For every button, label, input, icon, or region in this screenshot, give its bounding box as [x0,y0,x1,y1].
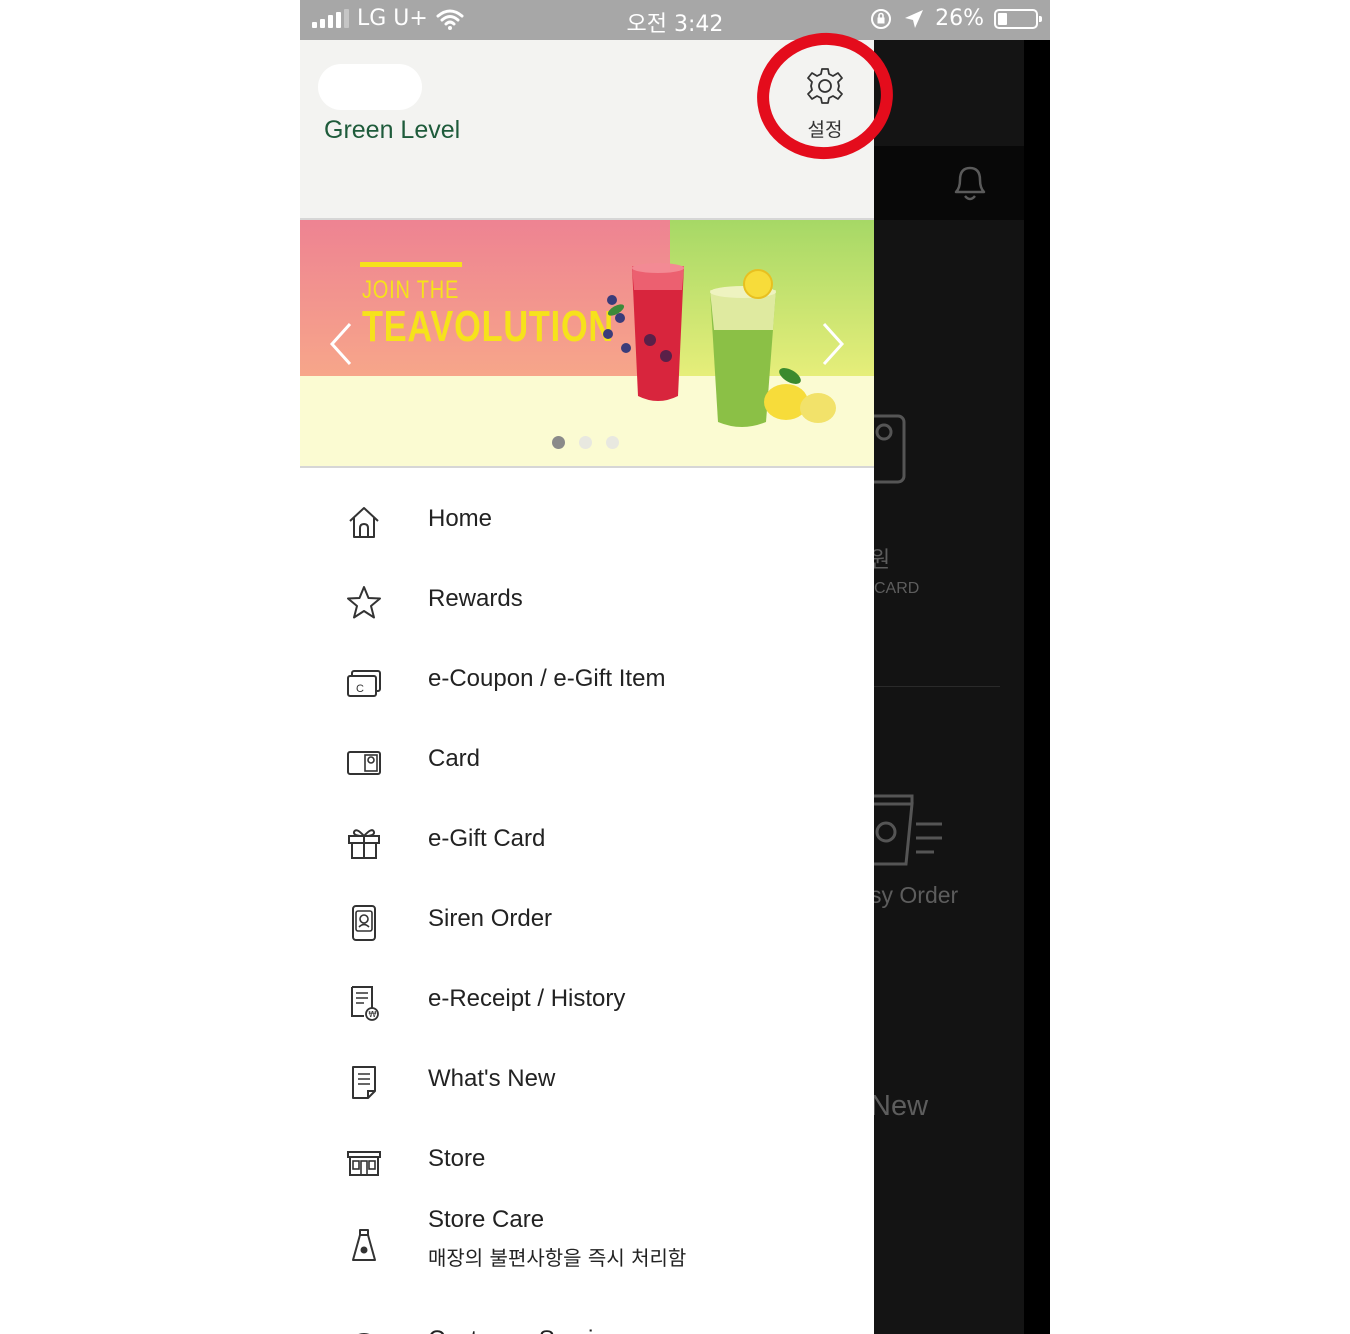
menu-label-ecoupon: e-Coupon / e-Gift Item [428,665,666,692]
next-slide-arrow-icon[interactable] [818,320,848,368]
banner-line1: JOIN THE [362,276,460,304]
menu-item-siren-order[interactable]: Siren Order [300,880,874,960]
slide-dot[interactable] [606,436,619,449]
location-icon [905,9,924,28]
prev-slide-arrow-icon[interactable] [326,320,356,368]
card-icon [347,751,381,775]
store-care-icon [352,1229,376,1261]
background-app: 원 CARD sy Order New [864,40,1050,1334]
menu-item-whats-new[interactable]: What's New [300,1040,874,1120]
gift-icon [348,829,380,859]
siren-order-icon [352,905,376,941]
status-bar: LG U+ 오전 3:42 26% [300,0,1050,40]
menu-item-home[interactable]: Home [300,480,874,560]
svg-text:C: C [356,683,364,695]
battery-icon [994,8,1042,29]
bg-card-text: CARD [874,580,920,597]
menu-label-egift-card: e-Gift Card [428,825,546,852]
status-right: 26% [869,6,1042,31]
side-drawer: Green Level 설정 JOIN THE TEAVOLUTION Home… [300,24,902,1334]
store-icon [347,1151,381,1176]
user-name-redacted [318,64,422,110]
star-icon [347,586,381,619]
menu-item-ereceipt[interactable]: ₩ e-Receipt / History [300,960,874,1040]
menu-label-ereceipt: e-Receipt / History [428,985,626,1012]
menu-item-store-care[interactable]: Store Care 매장의 불편사항을 즉시 처리함 [300,1200,874,1290]
menu-label-store-care: Store Care [428,1206,545,1233]
slide-indicator[interactable] [552,436,619,449]
bg-new-text: New [870,1090,929,1122]
news-icon [352,1066,376,1099]
battery-percent: 26% [935,6,984,31]
menu-item-store[interactable]: Store [300,1120,874,1200]
receipt-icon: ₩ [351,986,379,1021]
menu-label-customer-service: Customer Service [428,1326,619,1334]
menu-item-card[interactable]: Card [300,720,874,800]
order-icon [872,794,942,866]
phone-screen: LG U+ 오전 3:42 26% 원 CARD sy Order New Gr… [300,0,1050,1334]
bell-icon [954,166,986,201]
coupon-icon: C [347,670,381,697]
menu-item-customer-service[interactable]: Customer Service [300,1300,874,1334]
drinks-illustration [603,263,836,427]
bg-order-text: sy Order [870,882,959,908]
menu-label-rewards: Rewards [428,585,523,612]
rotation-lock-icon [871,8,892,29]
promo-banner[interactable]: JOIN THE TEAVOLUTION [300,220,874,468]
svg-text:₩: ₩ [369,1010,377,1019]
menu-item-egift-card[interactable]: e-Gift Card [300,800,874,880]
menu-label-whats-new: What's New [428,1065,556,1092]
menu-label-store: Store [428,1145,486,1172]
slide-dot[interactable] [579,436,592,449]
menu-item-ecoupon[interactable]: C e-Coupon / e-Gift Item [300,640,874,720]
menu-item-rewards[interactable]: Rewards [300,560,874,640]
menu-label-siren-order: Siren Order [428,905,553,932]
menu-sub-store-care: 매장의 불편사항을 즉시 처리함 [428,1246,687,1270]
menu-label-card: Card [428,745,481,772]
home-icon [349,507,379,538]
menu-label-home: Home [428,505,493,532]
help-icon [358,1333,370,1334]
banner-line2: TEAVOLUTION [362,302,614,351]
member-level: Green Level [324,116,461,144]
slide-dot[interactable] [552,436,565,449]
